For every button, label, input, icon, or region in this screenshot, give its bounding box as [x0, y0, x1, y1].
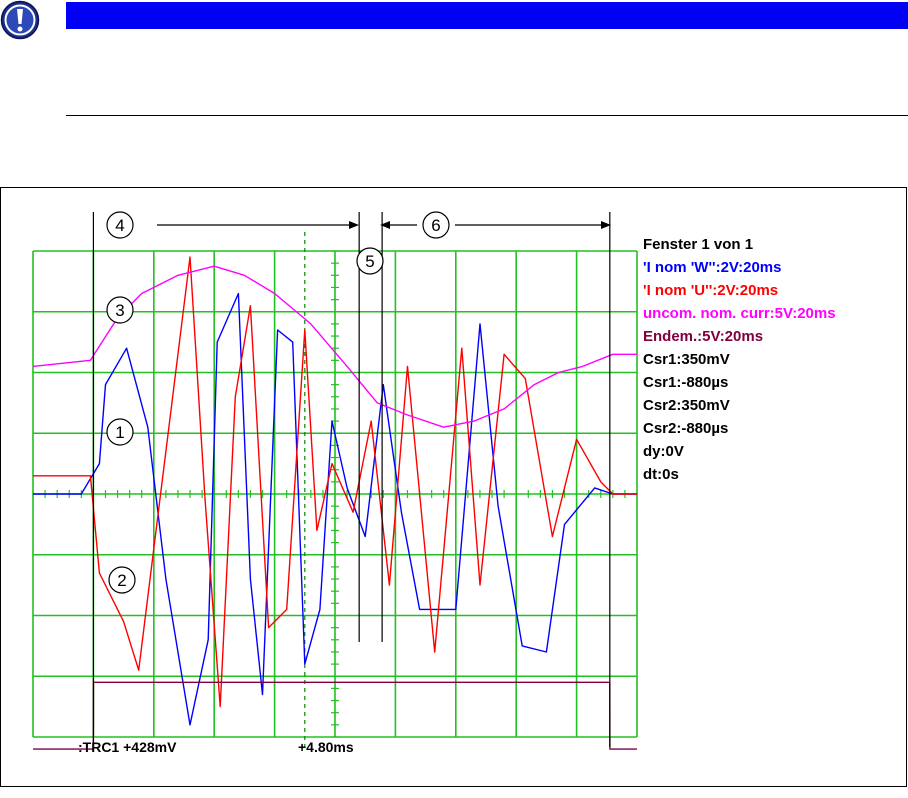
legend-item: dy:0V — [643, 443, 684, 460]
legend-item: Csr1:-880µs — [643, 374, 728, 391]
marker-3-label: 3 — [115, 301, 124, 320]
oscilloscope-chart: 4 6 5 3 1 2 :TRC1 +428mV +4.80ms Fenster… — [32, 211, 836, 755]
legend-item: 'I nom 'U'':2V:20ms — [643, 282, 778, 299]
marker-1-label: 1 — [115, 423, 124, 442]
marker-3: 3 — [106, 296, 134, 324]
legend-item: Endem.:5V:20ms — [643, 328, 763, 345]
notice-header-bar — [66, 2, 908, 29]
marker-5-label: 5 — [365, 252, 374, 271]
marker-4-span — [157, 221, 359, 229]
trigger-readout: :TRC1 +428mV — [78, 739, 177, 755]
marker-6: 6 — [422, 211, 450, 239]
marker-6-label: 6 — [431, 216, 440, 235]
marker-6-span — [380, 221, 611, 229]
legend-item: Fenster 1 von 1 — [643, 236, 753, 253]
legend-item: Csr1:350mV — [643, 351, 730, 368]
exclamation-icon — [0, 0, 40, 40]
legend: Fenster 1 von 1 'I nom 'W'':2V:20ms 'I n… — [643, 236, 836, 483]
marker-4: 4 — [106, 211, 134, 239]
legend-item: Csr2:350mV — [643, 397, 730, 414]
legend-item: dt:0s — [643, 466, 679, 483]
legend-item: uncom. nom. curr:5V:20ms — [643, 305, 836, 322]
legend-item: Csr2:-880µs — [643, 420, 728, 437]
time-readout: +4.80ms — [298, 739, 354, 755]
cursors — [92, 212, 611, 747]
notice-divider — [66, 115, 908, 116]
marker-1: 1 — [106, 418, 134, 446]
marker-2: 2 — [108, 566, 136, 594]
marker-2-label: 2 — [117, 571, 126, 590]
legend-item: 'I nom 'W'':2V:20ms — [643, 259, 781, 276]
marker-4-label: 4 — [115, 216, 124, 235]
marker-5: 5 — [356, 247, 384, 275]
